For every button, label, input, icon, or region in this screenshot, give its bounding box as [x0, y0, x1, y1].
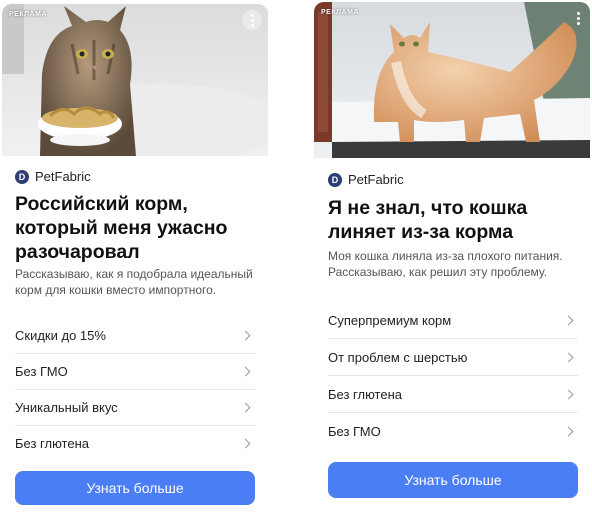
more-options-button[interactable]: [568, 8, 588, 28]
chevron-right-icon: [563, 315, 574, 325]
feature-label: Без глютена: [15, 436, 90, 451]
feature-label: Без глютена: [328, 386, 403, 402]
feature-item[interactable]: Суперпремиум корм: [328, 302, 578, 339]
cat-food-photo[interactable]: [2, 4, 268, 156]
cat-with-bowl-image: [2, 4, 268, 156]
feature-item[interactable]: Скидки до 15%: [15, 318, 255, 354]
learn-more-button[interactable]: Узнать больше: [328, 462, 578, 498]
chevron-right-icon: [240, 330, 251, 341]
learn-more-button[interactable]: Узнать больше: [15, 471, 255, 505]
brand-name: PetFabric: [348, 172, 404, 187]
feature-item[interactable]: От проблем с шерстью: [328, 339, 578, 376]
chevron-right-icon: [563, 352, 574, 362]
ad-headline[interactable]: Я не знал, что кошка линяет из-за корма: [328, 196, 583, 244]
brand-logo-icon: D: [15, 169, 29, 184]
ad-label: РЕКЛАМА: [9, 11, 47, 18]
cat-snow-photo[interactable]: [314, 2, 590, 158]
feature-label: Без ГМО: [15, 364, 68, 379]
ad-headline[interactable]: Российский корм, который меня ужасно раз…: [15, 192, 260, 264]
ad-description: Моя кошка линяла из-за плохого питания. …: [328, 249, 563, 279]
brand-logo-icon: D: [328, 172, 342, 187]
ad-description: Рассказываю, как я подобрала идеальный к…: [15, 267, 253, 297]
ad-card-1[interactable]: РЕКЛАМА D PetFabric Российский корм, кот…: [2, 4, 268, 521]
brand-name: PetFabric: [35, 169, 91, 184]
feature-item[interactable]: Без глютена: [15, 426, 255, 461]
ad-label: РЕКЛАМА: [321, 9, 359, 16]
feature-list: Скидки до 15% Без ГМО Уникальный вкус Бе…: [15, 318, 255, 461]
chevron-right-icon: [240, 366, 251, 377]
more-dots-icon: [576, 11, 580, 15]
feature-label: Суперпремиум корм: [328, 312, 452, 328]
feature-item[interactable]: Уникальный вкус: [15, 390, 255, 426]
feature-label: Уникальный вкус: [15, 400, 118, 415]
chevron-right-icon: [563, 426, 574, 436]
more-options-button[interactable]: [242, 10, 262, 30]
feature-item[interactable]: Без ГМО: [15, 354, 255, 390]
more-dots-icon: [250, 13, 254, 17]
ad-card-2[interactable]: РЕКЛАМА D PetFabric Я не знал, что кошка…: [314, 2, 590, 510]
feature-label: Без ГМО: [328, 423, 381, 439]
feature-item[interactable]: Без глютена: [328, 376, 578, 413]
brand[interactable]: D PetFabric: [15, 169, 91, 184]
feature-label: Скидки до 15%: [15, 328, 106, 343]
brand[interactable]: D PetFabric: [328, 172, 404, 187]
chevron-right-icon: [563, 389, 574, 399]
feature-label: От проблем с шерстью: [328, 349, 468, 365]
maine-coon-image: [314, 2, 590, 158]
chevron-right-icon: [240, 438, 251, 449]
feature-item[interactable]: Без ГМО: [328, 413, 578, 449]
feature-list: Суперпремиум корм От проблем с шерстью Б…: [328, 302, 578, 449]
chevron-right-icon: [240, 402, 251, 413]
